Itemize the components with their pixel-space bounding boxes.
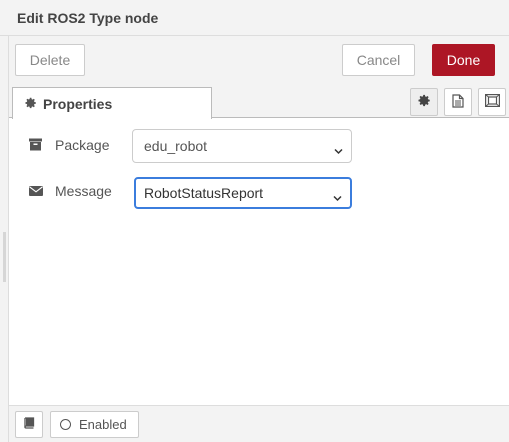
dialog-title: Edit ROS2 Type node: [17, 10, 159, 26]
description-icon: [452, 93, 464, 111]
done-button[interactable]: Done: [432, 44, 495, 76]
message-select[interactable]: RobotStatusReport: [134, 177, 352, 209]
chevron-down-icon: [333, 189, 342, 205]
cancel-button[interactable]: Cancel: [342, 44, 415, 76]
message-label: Message: [55, 183, 112, 199]
tab-bar: Properties: [9, 86, 509, 119]
delete-button[interactable]: Delete: [15, 44, 85, 76]
tab-appearance-button[interactable]: [478, 88, 506, 116]
enabled-label: Enabled: [79, 417, 127, 432]
circle-icon: [60, 419, 71, 430]
appearance-icon: [484, 94, 500, 110]
edit-node-dialog: Edit ROS2 Type node Delete Cancel Done P…: [0, 0, 509, 442]
dialog-footer: Enabled: [9, 405, 509, 442]
message-row: Message RobotStatusReport: [9, 175, 509, 209]
message-select-value: RobotStatusReport: [144, 185, 264, 201]
package-select[interactable]: edu_robot: [132, 129, 352, 163]
gear-icon: [417, 94, 431, 110]
chevron-down-icon: [334, 142, 343, 158]
package-select-value: edu_robot: [144, 138, 208, 154]
dialog-toolbar: Delete Cancel Done: [9, 36, 509, 86]
book-icon: [23, 417, 35, 432]
tab-properties-label: Properties: [43, 95, 113, 112]
node-help-button[interactable]: [15, 411, 43, 438]
package-row: Package edu_robot: [9, 129, 509, 163]
tab-properties[interactable]: Properties: [12, 87, 212, 119]
archive-icon: [29, 138, 43, 152]
properties-panel: Package edu_robot Message RobotStatusRep…: [9, 119, 509, 405]
dialog-header: Edit ROS2 Type node: [0, 0, 509, 36]
enabled-toggle[interactable]: Enabled: [50, 411, 139, 438]
resize-gutter[interactable]: [0, 36, 9, 442]
tab-settings-button[interactable]: [410, 88, 438, 116]
gear-icon: [25, 96, 37, 112]
package-label: Package: [55, 137, 110, 153]
envelope-icon: [29, 184, 43, 198]
tab-description-button[interactable]: [444, 88, 472, 116]
resize-grip[interactable]: [3, 232, 6, 282]
